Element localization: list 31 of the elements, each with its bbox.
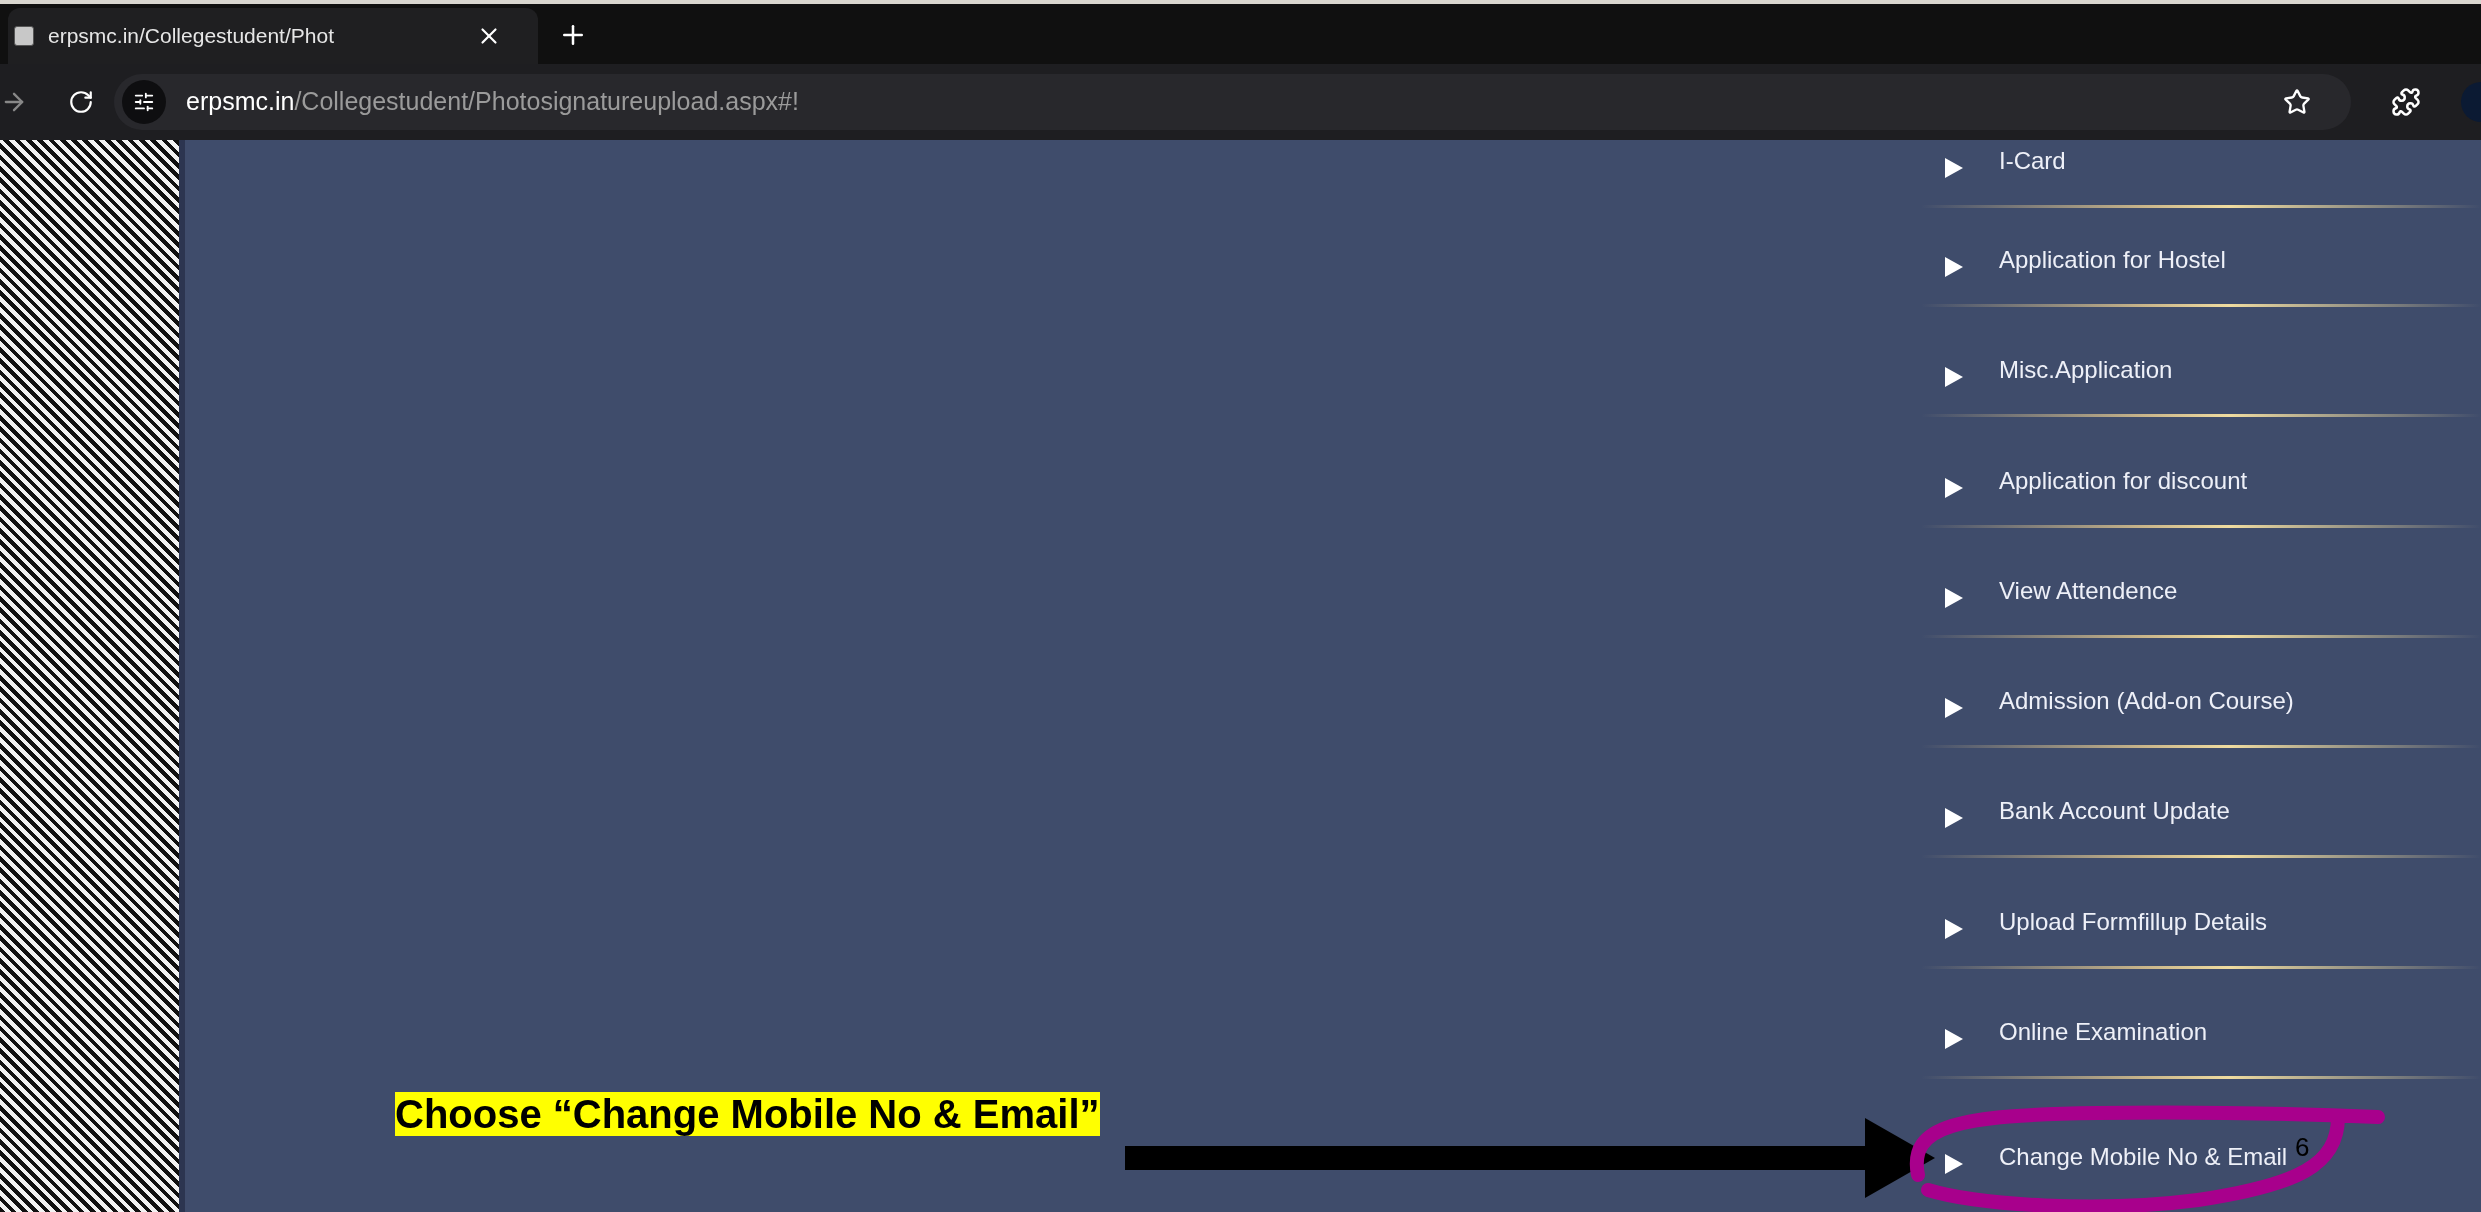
menu-item[interactable]: Misc.Application <box>1999 352 2173 389</box>
extensions-icon[interactable] <box>2391 87 2421 117</box>
triangle-icon <box>1945 1153 1963 1174</box>
triangle-icon <box>1945 698 1963 719</box>
url-text: erpsmc.in/Collegestudent/Photosignatureupload.aspx#! <box>186 86 799 118</box>
triangle-icon <box>1945 367 1963 388</box>
favicon-icon <box>14 26 34 46</box>
tab-title: erpsmc.in/Collegestudent/Phot <box>48 23 334 50</box>
reload-icon[interactable] <box>68 89 94 115</box>
bookmark-star-icon[interactable] <box>2283 88 2311 116</box>
menu-item[interactable]: I-Card <box>1999 143 2066 180</box>
triangle-icon <box>1945 158 1963 179</box>
menu-item[interactable]: Online Examination <box>1999 1014 2208 1051</box>
triangle-icon <box>1945 918 1963 939</box>
browser-tab[interactable]: erpsmc.in/Collegestudent/Phot <box>8 8 538 64</box>
triangle-icon <box>1945 1029 1963 1050</box>
caption: Choose “Change Mobile No & Email” <box>395 1091 1101 1138</box>
site-info-icon[interactable] <box>122 80 166 124</box>
menu-item[interactable]: Bank Account Update <box>1999 793 2230 830</box>
triangle-icon <box>1945 257 1963 278</box>
triangle-icon <box>1945 477 1963 498</box>
menu-item[interactable]: Admission (Add-on Course) <box>1999 683 2294 720</box>
menu-item[interactable]: Application for Hostel <box>1999 242 2226 279</box>
menu-item[interactable]: View Attendence <box>1999 572 2178 609</box>
triangle-icon <box>1945 808 1963 829</box>
url-field[interactable]: erpsmc.in/Collegestudent/Photosignatureupload.aspx#! <box>114 74 2351 130</box>
menu-item[interactable]: Application for discount <box>1999 462 2248 499</box>
triangle-icon <box>1945 587 1963 608</box>
menu-item[interactable]: Change Mobile No & Email <box>1999 1138 2288 1175</box>
slide-number: 6 <box>2295 1131 2310 1164</box>
menu-item[interactable]: Upload Formfillup Details <box>1999 903 2268 940</box>
